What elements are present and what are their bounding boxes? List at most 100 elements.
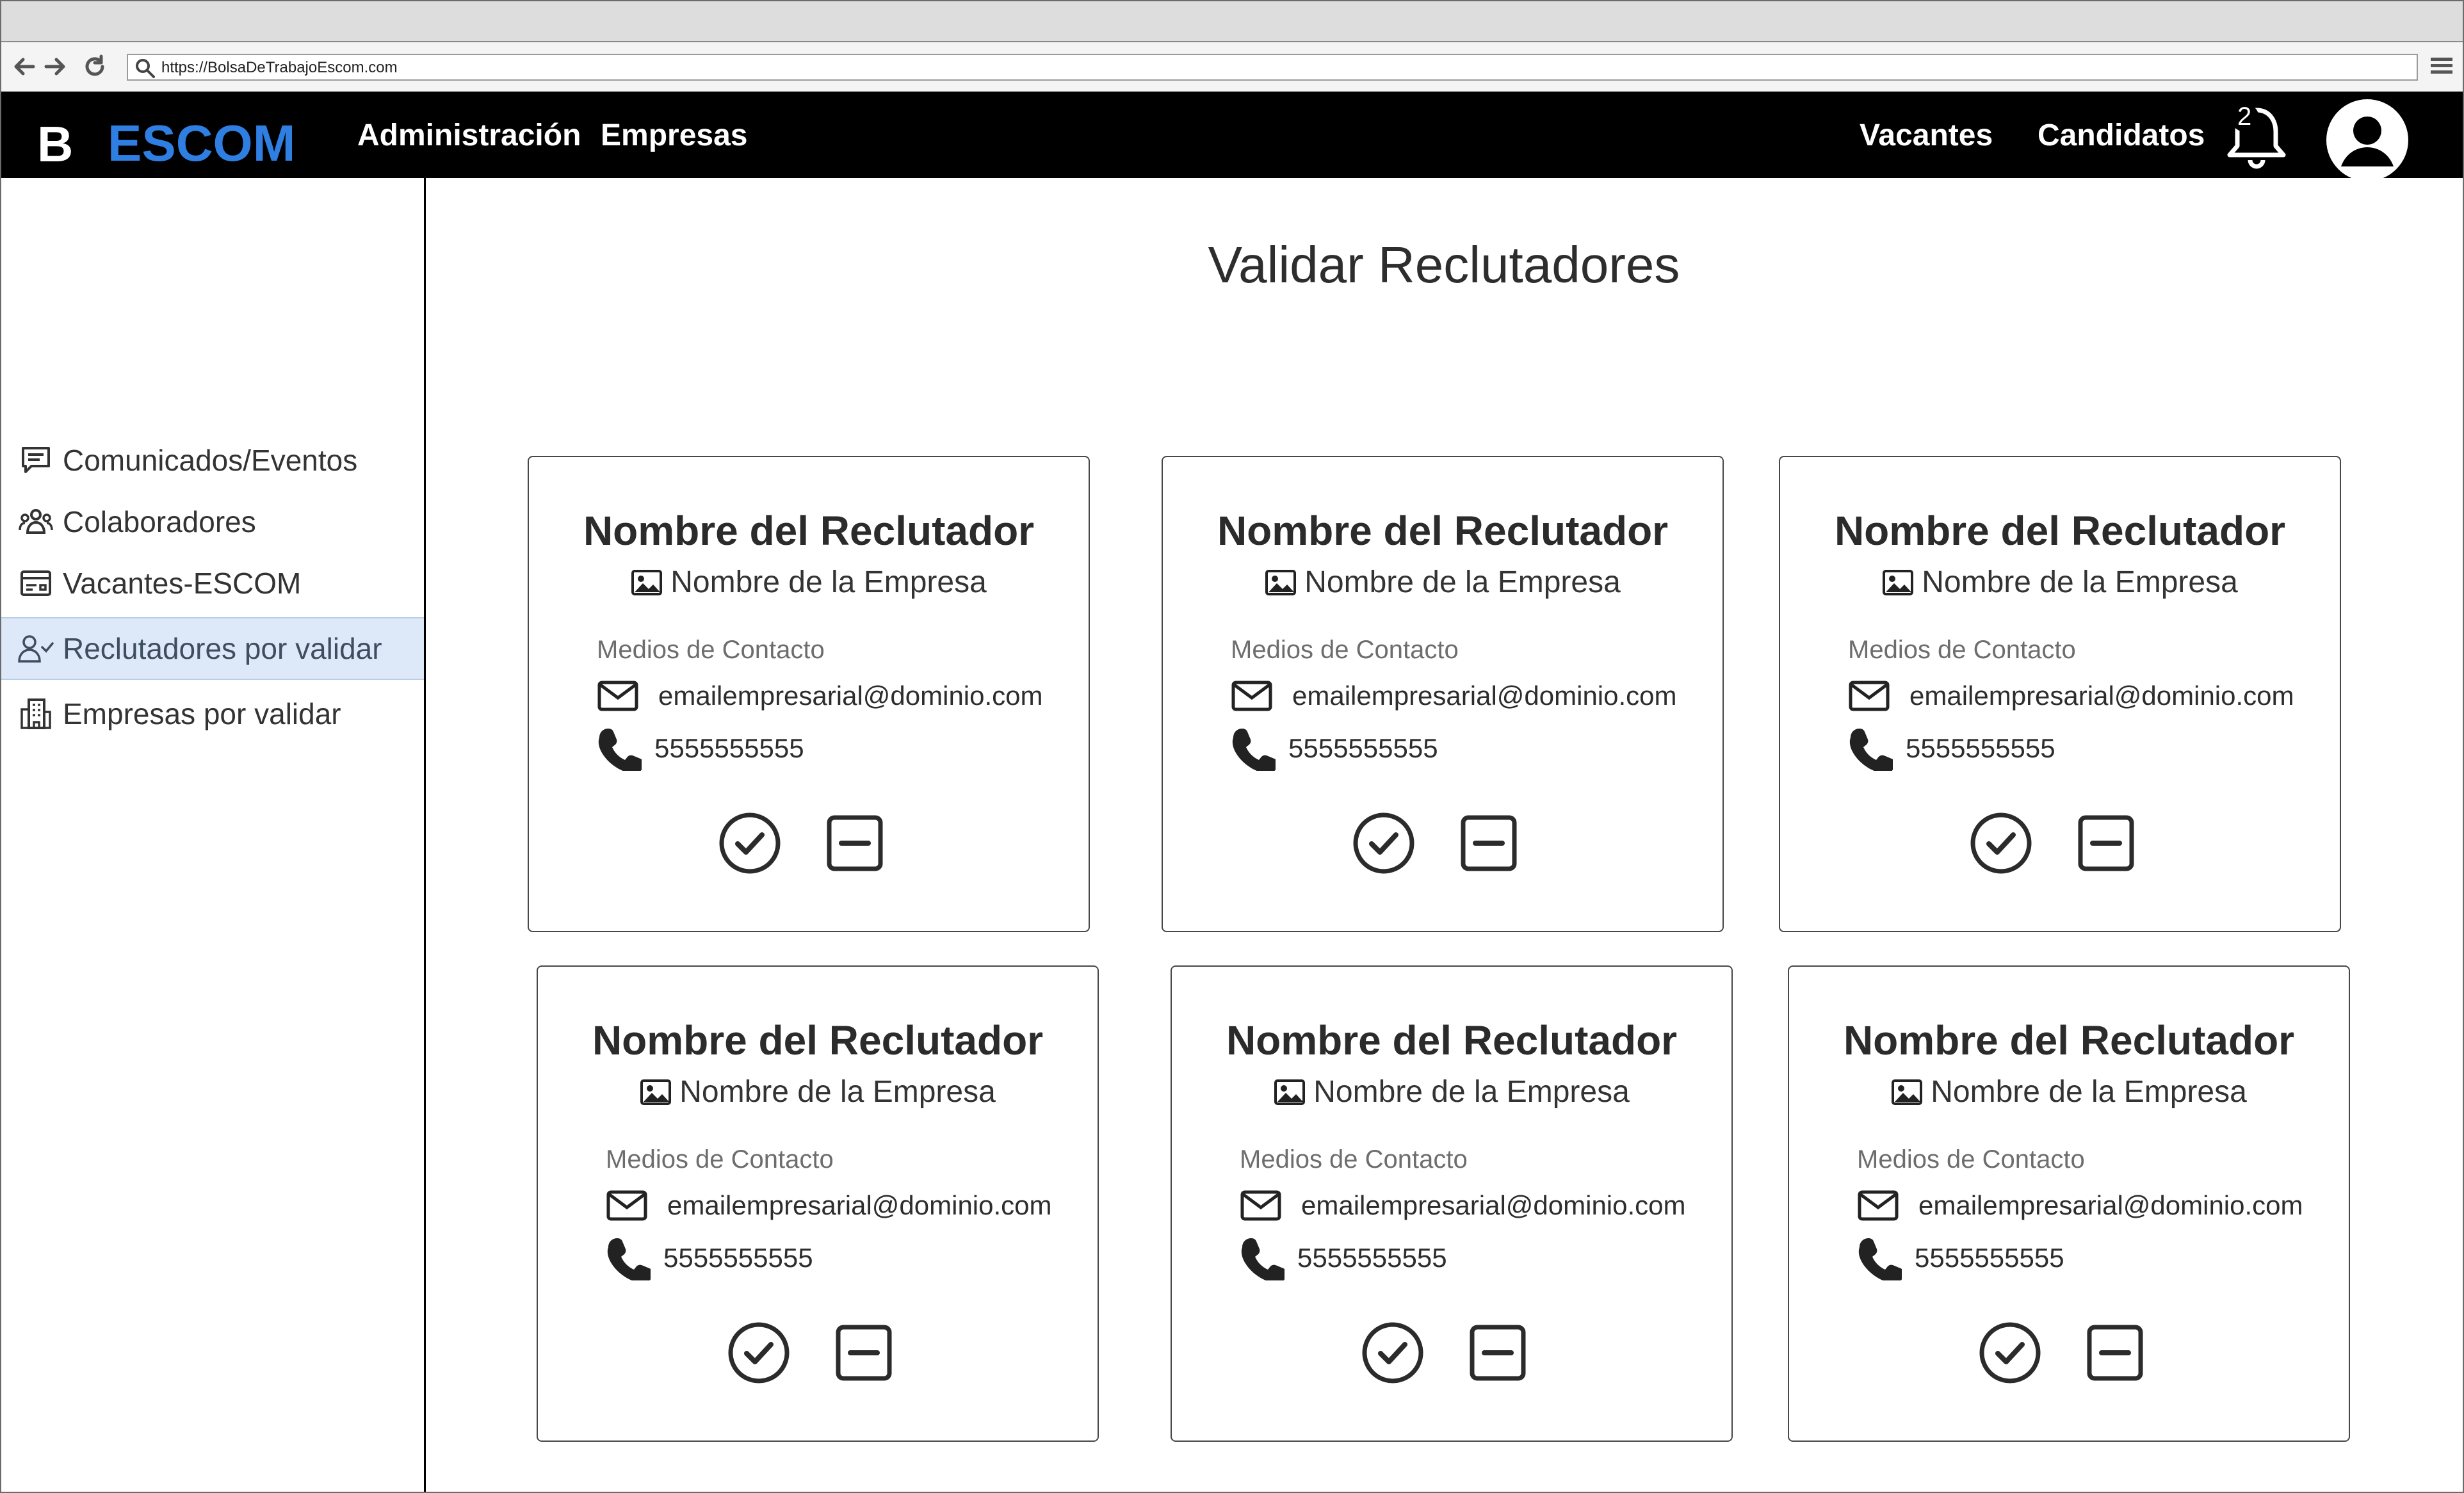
recruiter-card-6: Nombre del Reclutador Nombre de la Empre… bbox=[1788, 965, 2350, 1442]
email-text[interactable]: emailempresarial@dominio.com bbox=[1301, 1190, 1686, 1221]
bell-icon[interactable] bbox=[2225, 102, 2289, 173]
company-name: Nombre de la Empresa bbox=[1304, 565, 1621, 599]
reload-icon[interactable] bbox=[82, 54, 108, 79]
phone-text[interactable]: 5555555555 bbox=[663, 1243, 813, 1273]
email-row: emailempresarial@dominio.com bbox=[1857, 1190, 2303, 1222]
email-text[interactable]: emailempresarial@dominio.com bbox=[1909, 681, 2294, 711]
brand-name[interactable]: ESCOM bbox=[108, 118, 295, 169]
image-icon bbox=[1265, 569, 1297, 597]
reject-minus-icon[interactable] bbox=[835, 1324, 893, 1382]
sidebar-item-empresas-validar[interactable]: Empresas por validar bbox=[1, 684, 424, 744]
image-icon bbox=[1891, 1078, 1923, 1106]
recruiter-name: Nombre del Reclutador bbox=[1226, 1017, 1678, 1063]
nav-vacantes[interactable]: Vacantes bbox=[1860, 119, 1993, 152]
company-name: Nombre de la Empresa bbox=[1922, 565, 2238, 599]
image-icon bbox=[1882, 569, 1914, 597]
people-icon bbox=[18, 504, 54, 540]
company-row: Nombre de la Empresa bbox=[1780, 565, 2340, 601]
phone-row: 5555555555 bbox=[1857, 1236, 2064, 1283]
url-text: https://BolsaDeTrabajoEscom.com bbox=[161, 59, 398, 76]
envelope-icon bbox=[1231, 680, 1273, 712]
envelope-icon bbox=[1240, 1190, 1282, 1222]
image-icon bbox=[640, 1078, 672, 1106]
reject-minus-icon[interactable] bbox=[1469, 1324, 1527, 1382]
phone-text[interactable]: 5555555555 bbox=[1288, 733, 1438, 764]
company-row: Nombre de la Empresa bbox=[1163, 565, 1722, 601]
email-text[interactable]: emailempresarial@dominio.com bbox=[658, 681, 1043, 711]
back-arrow-icon[interactable] bbox=[12, 54, 37, 79]
recruiter-name: Nombre del Reclutador bbox=[592, 1017, 1044, 1063]
reject-minus-icon[interactable] bbox=[826, 814, 884, 872]
phone-text[interactable]: 5555555555 bbox=[654, 733, 804, 764]
address-bar[interactable]: https://BolsaDeTrabajoEscom.com bbox=[127, 54, 2418, 81]
sidebar-item-comunicados[interactable]: Comunicados/Eventos bbox=[1, 430, 424, 490]
forward-arrow-icon[interactable] bbox=[42, 54, 68, 79]
approve-check-icon[interactable] bbox=[1361, 1321, 1424, 1384]
reject-minus-icon[interactable] bbox=[2086, 1324, 2144, 1382]
phone-icon bbox=[597, 726, 644, 773]
contact-label: Medios de Contacto bbox=[1857, 1145, 2085, 1174]
nav-empresas[interactable]: Empresas bbox=[601, 119, 747, 152]
building-icon bbox=[18, 696, 54, 732]
email-text[interactable]: emailempresarial@dominio.com bbox=[667, 1190, 1052, 1221]
company-name: Nombre de la Empresa bbox=[679, 1075, 996, 1109]
contact-label: Medios de Contacto bbox=[1240, 1145, 1468, 1174]
email-text[interactable]: emailempresarial@dominio.com bbox=[1292, 681, 1677, 711]
phone-icon bbox=[606, 1236, 652, 1283]
recruiter-card-5: Nombre del Reclutador Nombre de la Empre… bbox=[1171, 965, 1733, 1442]
phone-row: 5555555555 bbox=[1231, 726, 1438, 773]
recruiter-card-3: Nombre del Reclutador Nombre de la Empre… bbox=[1779, 456, 2341, 932]
sidebar-item-label: Comunicados/Eventos bbox=[63, 444, 358, 477]
phone-icon bbox=[1231, 726, 1277, 773]
approve-check-icon[interactable] bbox=[1979, 1321, 2041, 1384]
approve-check-icon[interactable] bbox=[727, 1321, 790, 1384]
notification-badge: 2 bbox=[2237, 102, 2252, 131]
card-icon bbox=[18, 565, 54, 601]
contact-label: Medios de Contacto bbox=[606, 1145, 834, 1174]
search-icon bbox=[136, 59, 155, 78]
sidebar: Comunicados/Eventos Colaboradores Vacant… bbox=[1, 178, 426, 1492]
hamburger-menu-icon[interactable] bbox=[2431, 56, 2452, 76]
phone-text[interactable]: 5555555555 bbox=[1915, 1243, 2064, 1273]
page-title: Validar Reclutadores bbox=[1208, 236, 1680, 293]
nav-administracion[interactable]: Administración bbox=[357, 119, 581, 152]
image-icon bbox=[1274, 1078, 1306, 1106]
approve-check-icon[interactable] bbox=[1970, 812, 2032, 875]
phone-text[interactable]: 5555555555 bbox=[1906, 733, 2055, 764]
company-row: Nombre de la Empresa bbox=[529, 565, 1089, 601]
phone-row: 5555555555 bbox=[1240, 1236, 1447, 1283]
email-row: emailempresarial@dominio.com bbox=[1231, 680, 1677, 712]
phone-text[interactable]: 5555555555 bbox=[1297, 1243, 1447, 1273]
approve-check-icon[interactable] bbox=[1352, 812, 1415, 875]
phone-row: 5555555555 bbox=[597, 726, 804, 773]
email-row: emailempresarial@dominio.com bbox=[606, 1190, 1052, 1222]
sidebar-item-vacantes-escom[interactable]: Vacantes-ESCOM bbox=[1, 553, 424, 613]
sidebar-item-label: Reclutadores por validar bbox=[63, 632, 382, 665]
recruiter-name: Nombre del Reclutador bbox=[1843, 1017, 2295, 1063]
user-avatar-icon[interactable] bbox=[2324, 97, 2410, 183]
phone-icon bbox=[1848, 726, 1895, 773]
envelope-icon bbox=[606, 1190, 648, 1222]
sidebar-item-reclutadores[interactable]: Reclutadores por validar bbox=[1, 617, 424, 680]
phone-icon bbox=[1857, 1236, 1904, 1283]
user-check-icon bbox=[18, 631, 54, 666]
sidebar-item-label: Empresas por validar bbox=[63, 697, 341, 730]
reject-minus-icon[interactable] bbox=[2077, 814, 2135, 872]
company-row: Nombre de la Empresa bbox=[1789, 1074, 2349, 1110]
email-text[interactable]: emailempresarial@dominio.com bbox=[1918, 1190, 2303, 1221]
sidebar-item-colaboradores[interactable]: Colaboradores bbox=[1, 492, 424, 552]
phone-row: 5555555555 bbox=[1848, 726, 2055, 773]
company-name: Nombre de la Empresa bbox=[1313, 1075, 1630, 1109]
nav-candidatos[interactable]: Candidatos bbox=[2038, 119, 2205, 152]
contact-label: Medios de Contacto bbox=[1231, 636, 1459, 664]
reject-minus-icon[interactable] bbox=[1460, 814, 1518, 872]
email-row: emailempresarial@dominio.com bbox=[1240, 1190, 1686, 1222]
brand-letter[interactable]: B bbox=[37, 119, 73, 169]
company-row: Nombre de la Empresa bbox=[1172, 1074, 1731, 1110]
recruiter-card-2: Nombre del Reclutador Nombre de la Empre… bbox=[1162, 456, 1724, 932]
contact-label: Medios de Contacto bbox=[1848, 636, 2076, 664]
recruiter-name: Nombre del Reclutador bbox=[1217, 508, 1669, 554]
approve-check-icon[interactable] bbox=[718, 812, 781, 875]
company-row: Nombre de la Empresa bbox=[538, 1074, 1098, 1110]
sidebar-item-label: Vacantes-ESCOM bbox=[63, 567, 302, 600]
